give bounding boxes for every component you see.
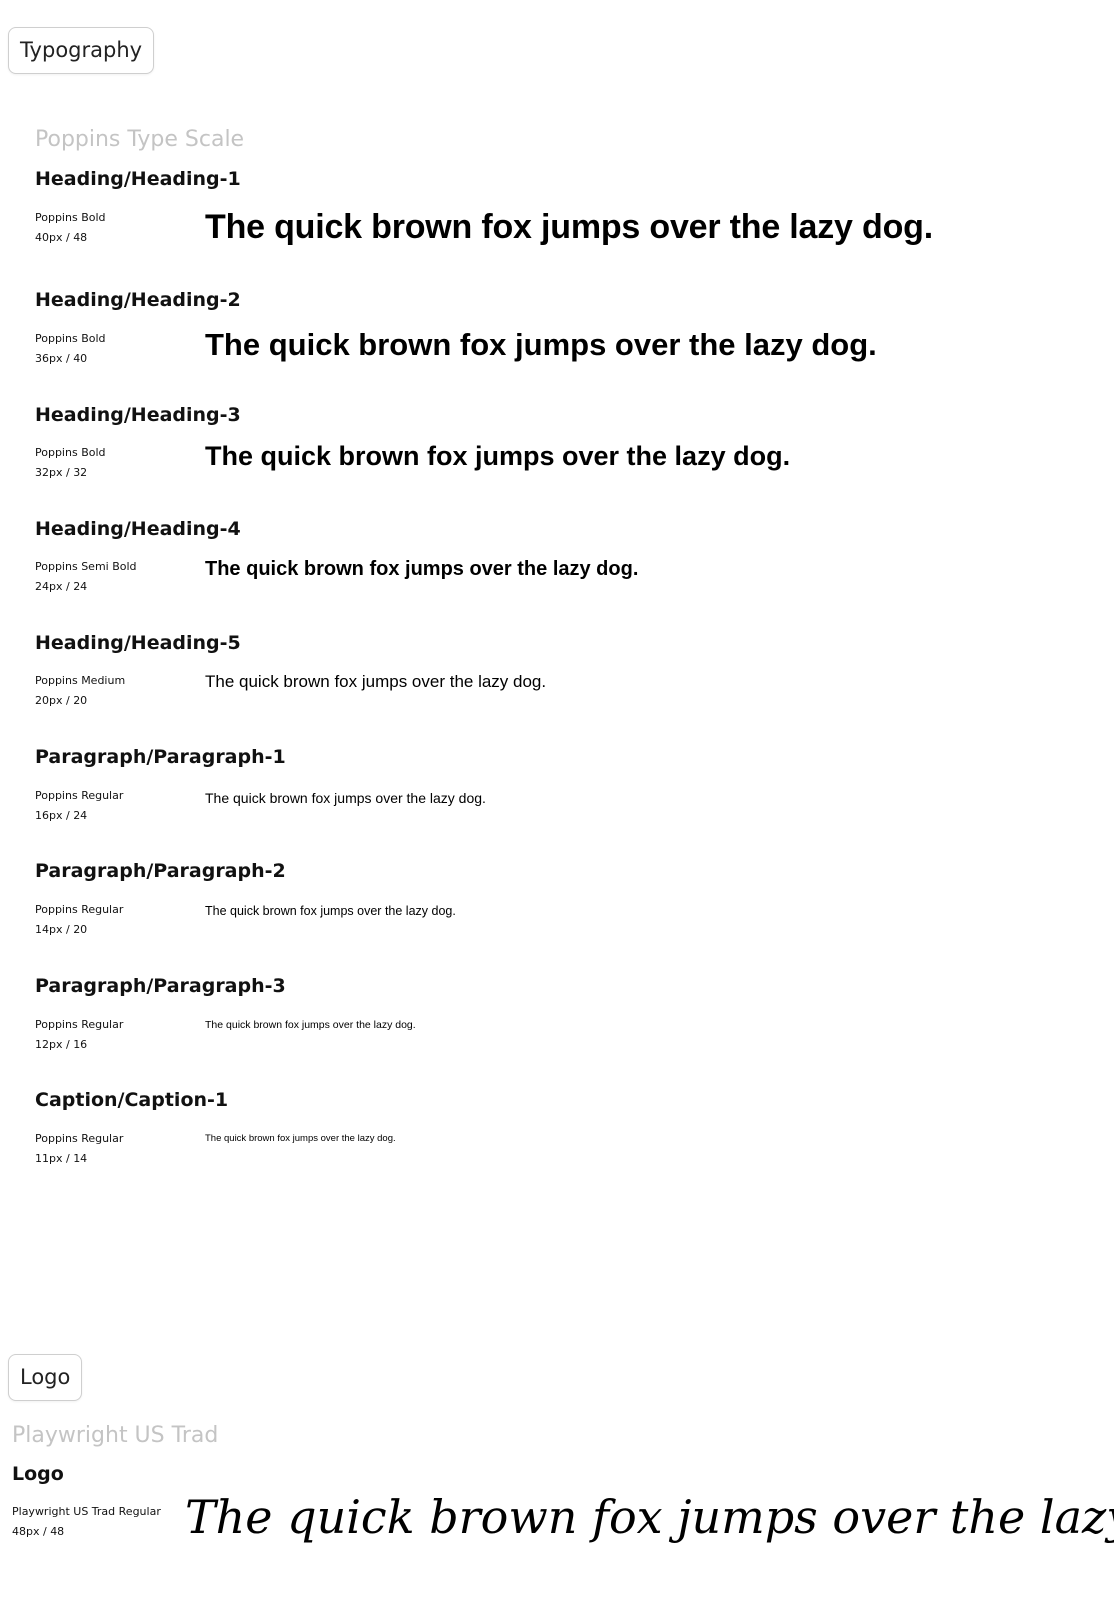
style-name: Logo	[12, 1463, 64, 1485]
style-font: Poppins Semi Bold	[35, 560, 137, 573]
style-sample: The quick brown fox jumps over the lazy …	[205, 904, 456, 918]
style-size: 16px / 24	[35, 809, 88, 822]
style-size: 24px / 24	[35, 580, 88, 593]
style-font: Poppins Bold	[35, 211, 106, 224]
style-size: 40px / 48	[35, 231, 88, 244]
typography-tag: Typography	[8, 27, 155, 74]
style-font: Poppins Regular	[35, 1018, 124, 1031]
style-size: 14px / 20	[35, 923, 88, 936]
style-name: Caption/Caption-1	[35, 1089, 229, 1111]
style-sample: The quick brown fox jumps over the lazy …	[205, 1019, 416, 1031]
style-font: Playwright US Trad Regular	[12, 1505, 161, 1518]
style-font: Poppins Medium	[35, 674, 126, 687]
style-font: Poppins Regular	[35, 903, 124, 916]
style-font: Poppins Bold	[35, 332, 106, 345]
style-sample: The quick brown fox jumps over the lazy …	[205, 1133, 396, 1144]
style-sample: The quick brown fox jumps over the lazy …	[205, 208, 933, 246]
style-sample: The quick brown fox jumps over the lazy …	[205, 790, 486, 806]
style-name: Heading/Heading-5	[35, 632, 241, 654]
style-size: 12px / 16	[35, 1038, 88, 1051]
style-sample: The quick brown fox jumps over the lazy …	[205, 558, 639, 580]
style-size: 36px / 40	[35, 352, 88, 365]
style-name: Heading/Heading-2	[35, 289, 241, 311]
style-name: Paragraph/Paragraph-3	[35, 975, 286, 997]
style-name: Heading/Heading-4	[35, 518, 241, 540]
style-font: Poppins Regular	[35, 789, 124, 802]
style-size: 48px / 48	[12, 1525, 65, 1538]
style-name: Heading/Heading-1	[35, 168, 241, 190]
style-size: 11px / 14	[35, 1152, 88, 1165]
style-sample: The quick brown fox jumps over the lazy …	[205, 441, 791, 471]
logo-subtitle: Playwright US Trad	[12, 1423, 219, 1448]
logo-sample: The quick brown fox jumps over the lazy …	[185, 1490, 1114, 1544]
style-sample: The quick brown fox jumps over the lazy …	[205, 327, 877, 362]
style-sample: The quick brown fox jumps over the lazy …	[205, 672, 547, 691]
style-size: 20px / 20	[35, 694, 88, 707]
logo-tag: Logo	[8, 1354, 83, 1401]
style-size: 32px / 32	[35, 466, 88, 479]
style-font: Poppins Regular	[35, 1132, 124, 1145]
style-name: Paragraph/Paragraph-1	[35, 746, 286, 768]
typography-subtitle: Poppins Type Scale	[35, 127, 245, 152]
style-name: Paragraph/Paragraph-2	[35, 860, 286, 882]
style-font: Poppins Bold	[35, 446, 106, 459]
style-name: Heading/Heading-3	[35, 404, 241, 426]
